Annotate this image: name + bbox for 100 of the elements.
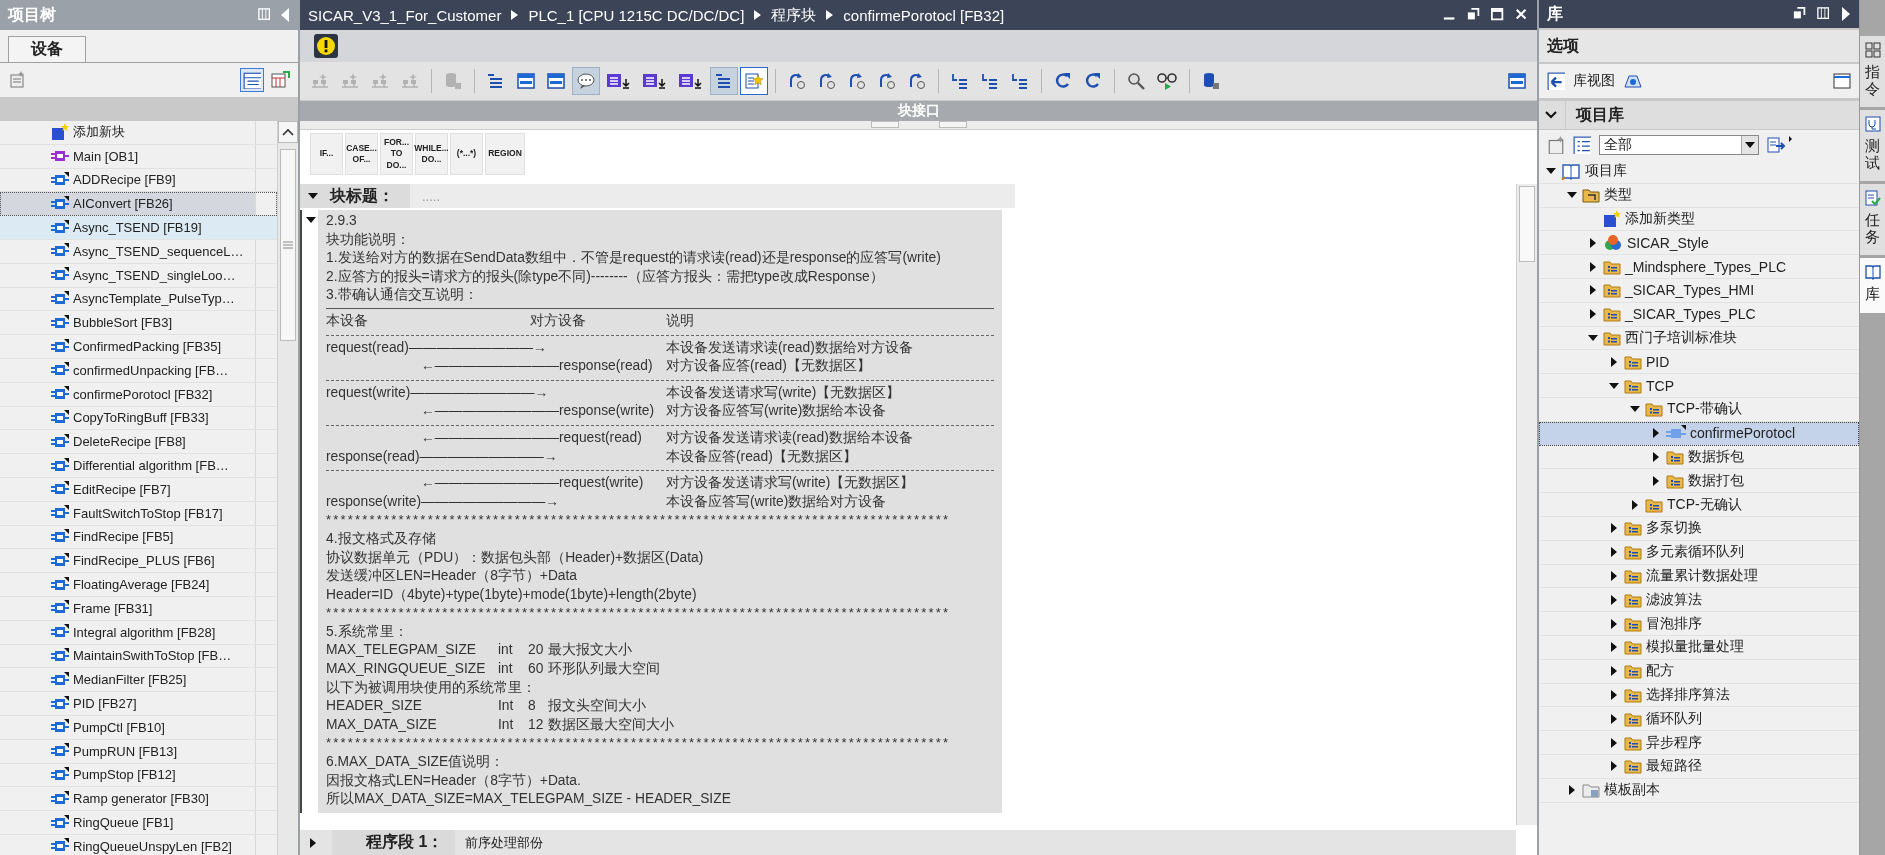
tree-item[interactable]: TCP <box>1539 374 1859 398</box>
tree-item[interactable]: _SICAR_Types_PLC <box>1539 302 1859 327</box>
tree-item[interactable]: AsyncTemplate_PulseTyp… <box>0 287 278 312</box>
tree-item[interactable]: ConfirmedPacking [FB35] <box>0 335 278 359</box>
tree-item[interactable]: 项目库 <box>1539 160 1859 184</box>
tree-item[interactable]: 添加新类型 <box>1539 207 1859 232</box>
collapse-toggle-icon[interactable] <box>308 191 318 201</box>
tree-toggle-icon[interactable] <box>1609 737 1619 748</box>
tree-toggle-icon[interactable] <box>1609 666 1619 677</box>
export-icon[interactable] <box>1767 136 1793 154</box>
properties-icon[interactable] <box>1547 136 1565 154</box>
library-view-button[interactable]: 库视图 <box>1547 72 1615 90</box>
tree-toggle-icon[interactable] <box>1609 713 1619 724</box>
side-tab[interactable]: 测试 <box>1860 110 1885 181</box>
tree-item[interactable]: EditRecipe [FB7] <box>0 477 278 502</box>
restore-icon[interactable] <box>1793 7 1807 21</box>
tree-item[interactable]: confirmePorotocl [FB32] <box>0 382 278 407</box>
splitter-handle[interactable] <box>938 121 967 128</box>
tree-item[interactable]: Async_TSEND [FB19] <box>0 216 278 240</box>
tree-toggle-icon[interactable] <box>1588 309 1598 320</box>
tree-item[interactable]: ADDRecipe [FB9] <box>0 168 278 193</box>
tree-toggle-icon[interactable] <box>1588 332 1598 343</box>
section-header[interactable]: 项目库 <box>1539 101 1859 130</box>
tree-item[interactable]: Async_TSEND_singleLoo… <box>0 263 278 288</box>
tree-toggle-icon[interactable] <box>1588 285 1598 296</box>
tree-item[interactable]: _SICAR_Types_HMI <box>1539 279 1859 303</box>
tree-toggle-icon[interactable] <box>1609 523 1619 534</box>
tree-item[interactable]: PID <box>1539 350 1859 375</box>
warning-icon[interactable] <box>314 34 338 58</box>
tree-toggle-icon[interactable] <box>1609 570 1619 581</box>
tree-toggle-icon[interactable] <box>1588 261 1598 272</box>
tree-item[interactable]: MaintainSwithToStop [FB… <box>0 644 278 669</box>
tree-item[interactable]: FloatingAverage [FB24] <box>0 573 278 597</box>
snippet-button[interactable]: WHILE... DO... <box>415 133 448 175</box>
tree-item[interactable]: PumpRUN [FB13] <box>0 739 278 764</box>
tree-item[interactable]: 冒泡排序 <box>1539 612 1859 636</box>
expand-toggle-icon[interactable] <box>308 837 318 848</box>
filter-dropdown[interactable]: 全部 <box>1599 135 1759 155</box>
tree-item[interactable]: 选择排序算法 <box>1539 683 1859 708</box>
tree-item[interactable]: PumpStop [FB12] <box>0 763 278 788</box>
library-icon[interactable] <box>1623 72 1643 90</box>
overview-icon[interactable] <box>270 70 290 90</box>
tree-item[interactable]: 多泵切换 <box>1539 516 1859 541</box>
breadcrumb-item[interactable]: 程序块 <box>771 5 817 25</box>
table-view-icon[interactable] <box>243 71 261 89</box>
tree-item[interactable]: MedianFilter [FB25] <box>0 668 278 693</box>
tree-toggle-icon[interactable] <box>1588 237 1598 248</box>
tree-item[interactable]: confirmedUnpacking [FB… <box>0 358 278 383</box>
window-icon[interactable] <box>1833 73 1851 89</box>
tree-item[interactable]: Async_TSEND_sequenceL… <box>0 240 278 264</box>
tree-toggle-icon[interactable] <box>1651 475 1661 486</box>
chevron-icon[interactable] <box>1545 110 1557 120</box>
close-icon[interactable] <box>1515 8 1529 22</box>
side-tab[interactable]: 库 <box>1860 258 1885 313</box>
tree-item[interactable]: 循环队列 <box>1539 707 1859 732</box>
tree-item[interactable]: PID [FB27] <box>0 692 278 716</box>
breadcrumb-item[interactable]: PLC_1 [CPU 1215C DC/DC/DC] <box>528 6 745 24</box>
snippet-button[interactable]: REGION <box>485 133 525 175</box>
block-title-field[interactable]: ..... <box>420 187 624 205</box>
tree-item[interactable]: 流量累计数据处理 <box>1539 564 1859 589</box>
side-tab[interactable]: 任务 <box>1860 184 1885 255</box>
section-header[interactable]: 块标题： <box>300 184 410 208</box>
tree-item[interactable]: Integral algorithm [FB28] <box>0 620 278 645</box>
tree-item[interactable]: 最短路径 <box>1539 754 1859 779</box>
restore-icon[interactable] <box>1467 8 1481 22</box>
tree-item[interactable]: Main [OB1] <box>0 144 278 169</box>
tree-toggle-icon[interactable] <box>1651 428 1661 439</box>
scroll-up-button[interactable] <box>278 121 298 143</box>
scrollbar-thumb[interactable] <box>280 149 296 341</box>
tree-toggle-icon[interactable] <box>1609 689 1619 700</box>
tree-toggle-icon[interactable] <box>1567 785 1577 796</box>
list-icon[interactable] <box>1573 136 1591 154</box>
tree-item[interactable]: FaultSwitchToStop [FB17] <box>0 501 278 526</box>
tree-item[interactable]: confirmePorotocl <box>1539 421 1859 446</box>
expand-right-icon[interactable] <box>1841 7 1851 21</box>
tree-item[interactable]: 配方 <box>1539 659 1859 684</box>
tree-item[interactable]: SICAR_Style <box>1539 231 1859 256</box>
tree-toggle-icon[interactable] <box>1609 594 1619 605</box>
breadcrumb-item[interactable]: SICAR_V3_1_For_Customer <box>308 6 502 24</box>
tab[interactable]: 设备 <box>8 36 86 62</box>
collapse-toggle-icon[interactable] <box>306 215 316 225</box>
tree-toggle-icon[interactable] <box>1651 451 1661 462</box>
tree-item[interactable]: Frame [FB31] <box>0 596 278 621</box>
snippet-button[interactable]: FOR... TO DO... <box>380 133 413 175</box>
tree-toggle-icon[interactable] <box>1609 380 1619 391</box>
tree-item[interactable]: FindRecipe [FB5] <box>0 525 278 550</box>
scrollbar-thumb[interactable] <box>1519 186 1535 262</box>
tree-item[interactable]: FindRecipe_PLUS [FB6] <box>0 549 278 574</box>
tree-item[interactable]: PumpCtl [FB10] <box>0 715 278 740</box>
splitter-handle[interactable] <box>870 121 899 128</box>
tree-item[interactable]: 类型 <box>1539 183 1859 208</box>
tree-item[interactable]: 西门子培训标准块 <box>1539 326 1859 351</box>
tree-item[interactable]: AIConvert [FB26] <box>0 192 278 217</box>
tree-item[interactable]: 模拟量批量处理 <box>1539 635 1859 660</box>
tree-item[interactable]: DeleteRecipe [FB8] <box>0 430 278 455</box>
tree-item[interactable]: 添加新块 <box>0 121 278 145</box>
tree-toggle-icon[interactable] <box>1609 761 1619 772</box>
tree-item[interactable]: CopyToRingBuff [FB33] <box>0 406 278 431</box>
tree-toggle-icon[interactable] <box>1609 356 1619 367</box>
tree-item[interactable]: Differential algorithm [FB… <box>0 454 278 478</box>
